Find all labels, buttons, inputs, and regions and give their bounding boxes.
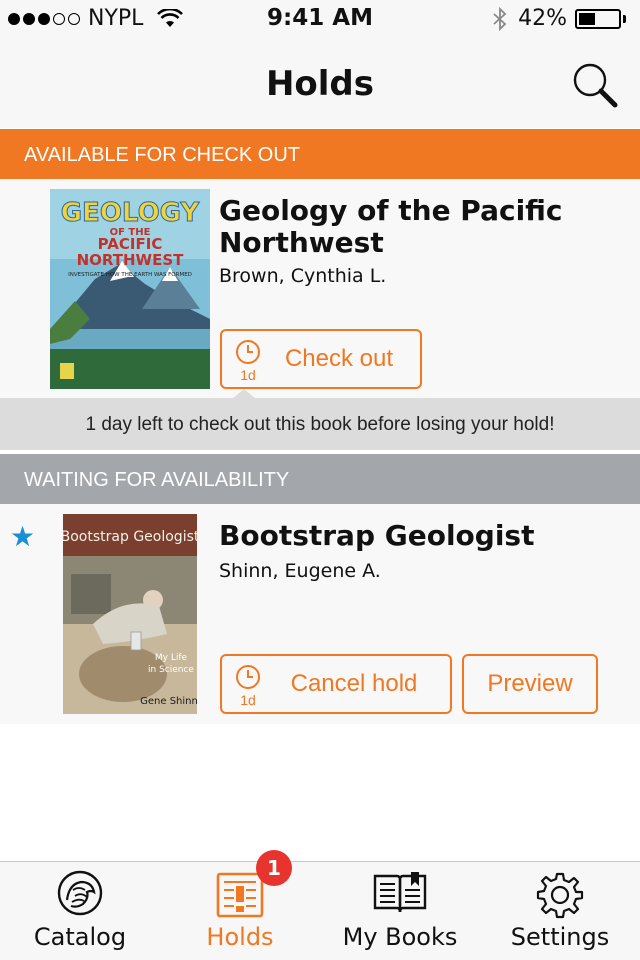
tab-my-books[interactable]: My Books — [320, 862, 480, 960]
gear-icon — [535, 870, 585, 924]
tab-catalog[interactable]: Catalog — [0, 862, 160, 960]
book-row[interactable]: ★ Bootstrap Geologist My Life in Science… — [0, 504, 640, 724]
book-author: Shinn, Eugene A. — [219, 560, 381, 582]
time-left-label: 1d — [240, 692, 256, 708]
preview-button[interactable]: Preview — [462, 654, 598, 714]
svg-text:in Science: in Science — [148, 665, 194, 675]
svg-text:My Life: My Life — [155, 653, 188, 663]
bluetooth-icon — [493, 6, 507, 31]
time-left-label: 1d — [240, 367, 256, 383]
status-bar: NYPL 9:41 AM 42% — [0, 0, 640, 40]
tab-settings[interactable]: Settings — [480, 862, 640, 960]
book-title[interactable]: Bootstrap Geologist — [219, 520, 629, 552]
battery-percent: 42% — [518, 6, 567, 31]
search-button[interactable] — [568, 60, 624, 112]
section-header-available: AVAILABLE FOR CHECK OUT — [0, 129, 640, 179]
svg-text:NORTHWEST: NORTHWEST — [77, 251, 185, 269]
page-title: Holds — [265, 64, 375, 104]
navigation-bar: Holds — [0, 40, 640, 128]
tab-holds[interactable]: 1 Holds — [160, 850, 320, 960]
tab-label: Settings — [510, 923, 610, 951]
book-cover[interactable]: GEOLOGY OF THE PACIFIC NORTHWEST INVESTI… — [50, 189, 210, 389]
svg-text:Gene Shinn: Gene Shinn — [140, 696, 197, 707]
hold-expiry-notice: 1 day left to check out this book before… — [0, 389, 640, 450]
cancel-hold-button[interactable]: 1d Cancel hold — [220, 654, 452, 714]
battery-icon — [575, 8, 621, 29]
svg-text:Bootstrap Geologist: Bootstrap Geologist — [63, 529, 197, 545]
book-cover[interactable]: Bootstrap Geologist My Life in Science G… — [63, 514, 197, 714]
clock-icon: 1d — [234, 664, 262, 710]
tab-label: My Books — [342, 923, 458, 951]
tab-label: Catalog — [33, 923, 127, 951]
book-author: Brown, Cynthia L. — [219, 265, 387, 287]
holds-badge: 1 — [256, 850, 292, 886]
svg-text:INVESTIGATE HOW THE EARTH WAS: INVESTIGATE HOW THE EARTH WAS FORMED — [68, 272, 192, 278]
battery-group: 42% — [492, 6, 626, 31]
clock-icon: 1d — [234, 339, 262, 385]
star-icon: ★ — [10, 520, 36, 553]
check-out-button[interactable]: 1d Check out — [220, 329, 422, 389]
lion-icon — [57, 870, 103, 920]
preview-label: Preview — [487, 670, 573, 697]
notice-text: 1 day left to check out this book before… — [85, 414, 555, 435]
books-icon — [371, 870, 429, 920]
section-header-waiting: WAITING FOR AVAILABILITY — [0, 454, 640, 504]
book-title[interactable]: Geology of the Pacific Northwest — [219, 195, 629, 259]
search-icon — [573, 63, 618, 108]
holds-icon — [216, 870, 264, 922]
book-row[interactable]: GEOLOGY OF THE PACIFIC NORTHWEST INVESTI… — [0, 179, 640, 398]
svg-text:GEOLOGY: GEOLOGY — [61, 198, 201, 228]
tab-label: Holds — [206, 923, 274, 951]
tab-bar: Catalog 1 Holds My Books Settings — [0, 850, 640, 960]
